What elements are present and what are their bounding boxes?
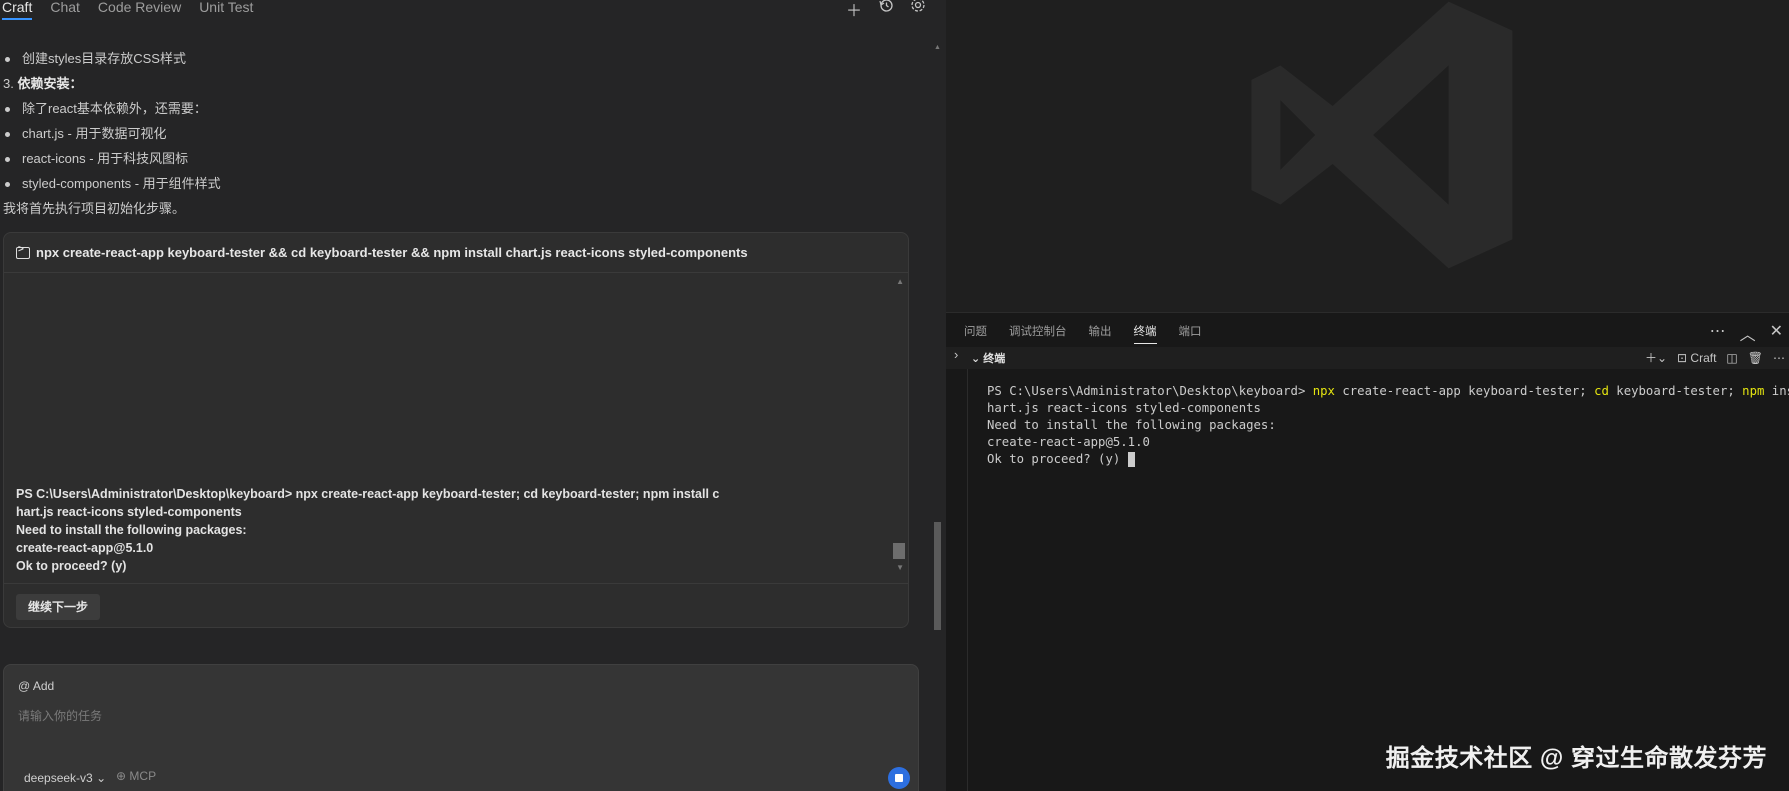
tab-craft[interactable]: Craft <box>2 0 33 20</box>
chevron-down-icon: ⌄ <box>96 771 107 785</box>
editor-empty-area <box>946 0 1789 312</box>
tab-chat[interactable]: Chat <box>50 0 80 20</box>
terminal-line: Need to install the following packages: <box>987 418 1276 432</box>
output-line: PS C:\Users\Administrator\Desktop\keyboa… <box>16 487 720 501</box>
list-item: react-icons - 用于科技风图标 <box>0 146 930 171</box>
message-text: 我将首先执行项目初始化步骤。 <box>3 201 186 216</box>
tab-unit-test[interactable]: Unit Test <box>199 0 253 20</box>
list-item: 除了react基本依赖外，还需要： <box>0 96 930 121</box>
tab-output[interactable]: 输出 <box>1089 323 1112 344</box>
tab-debug-console[interactable]: 调试控制台 <box>1009 323 1067 344</box>
output-line: Need to install the following packages: <box>16 523 247 537</box>
terminal-cursor <box>1127 452 1135 467</box>
terminal-profile[interactable]: ⊡ Craft <box>1677 351 1716 365</box>
heading-suffix: ： <box>69 76 83 91</box>
numbered-heading: 3. 依赖安装： <box>0 71 930 96</box>
trash-icon[interactable]: 🗑 <box>1748 351 1763 365</box>
tab-terminal[interactable]: 终端 <box>1133 323 1157 344</box>
more-actions-icon[interactable]: ⋯ <box>1773 351 1785 365</box>
list-item: styled-components - 用于组件样式 <box>0 171 930 196</box>
list-item: 创建styles目录存放CSS样式 <box>0 46 930 71</box>
list-number: 3. <box>3 76 14 91</box>
terminal-output[interactable]: PS C:\Users\Administrator\Desktop\keyboa… <box>987 383 1789 468</box>
command-header: npx create-react-app keyboard-tester && … <box>4 233 908 273</box>
list-item: chart.js - 用于数据可视化 <box>0 121 930 146</box>
assistant-message: 创建styles目录存放CSS样式 3. 依赖安装： 除了react基本依赖外，… <box>0 46 930 221</box>
mcp-icon: ⊕ <box>116 769 127 783</box>
model-select[interactable]: deepseek-v3 ⌄ <box>24 771 106 785</box>
task-input-card: @ Add deepseek-v3 ⌄ ⊕ MCP <box>3 664 919 791</box>
assistant-tabs: Craft Chat Code Review Unit Test <box>0 0 253 20</box>
add-context-button[interactable]: @ Add <box>18 679 54 693</box>
split-terminal-icon[interactable]: ◫ <box>1726 351 1737 365</box>
command-text: npx create-react-app keyboard-tester && … <box>36 245 748 260</box>
maximize-panel-icon[interactable]: ︿ <box>1740 321 1756 345</box>
scroll-down-arrow-icon[interactable]: ▼ <box>896 563 904 572</box>
terminal-line: PS C:\Users\Administrator\Desktop\keyboa… <box>987 384 1789 398</box>
command-footer: 继续下一步 <box>4 583 908 627</box>
output-line: create-react-app@5.1.0 <box>16 541 154 555</box>
tab-code-review[interactable]: Code Review <box>98 0 181 20</box>
more-actions-icon[interactable]: ⋯ <box>1710 321 1726 345</box>
tab-problems[interactable]: 问题 <box>964 323 987 344</box>
output-scrollbar[interactable] <box>893 543 905 559</box>
terminal-line: Ok to proceed? (y) <box>987 451 1789 468</box>
panel-actions: ⋯ ︿ ✕ <box>1710 321 1783 345</box>
settings-icon[interactable] <box>910 0 926 21</box>
stop-button[interactable] <box>888 767 910 789</box>
terminal-title[interactable]: ⌄ 终端 <box>971 350 1005 366</box>
heading-text: 依赖安装 <box>17 76 70 91</box>
scroll-up-arrow-icon[interactable]: ▲ <box>934 44 941 51</box>
panel-tabs: 问题 调试控制台 输出 终端 端口 <box>964 323 1202 344</box>
vscode-window: 问题 调试控制台 输出 终端 端口 ⋯ ︿ ✕ › ⌄ 终端 ＋⌄ ⊡ Craf… <box>946 0 1789 791</box>
terminal-line: create-react-app@5.1.0 <box>987 435 1150 449</box>
close-icon[interactable]: ✕ <box>1770 321 1783 345</box>
terminal-divider <box>967 369 968 791</box>
model-name: deepseek-v3 <box>24 771 93 785</box>
terminal-toolbar: ＋⌄ ⊡ Craft ◫ 🗑 ⋯ <box>1645 349 1785 366</box>
continue-next-step-button[interactable]: 继续下一步 <box>16 594 101 620</box>
mcp-button[interactable]: ⊕ MCP <box>116 769 156 783</box>
scroll-up-arrow-icon[interactable]: ▲ <box>896 277 904 286</box>
command-card: npx create-react-app keyboard-tester && … <box>3 232 909 628</box>
mcp-label: MCP <box>129 769 157 783</box>
command-output: PS C:\Users\Administrator\Desktop\keyboa… <box>16 485 719 575</box>
assistant-header-actions: ＋ <box>846 0 926 21</box>
task-input[interactable] <box>18 709 818 723</box>
craft-assistant-panel: Craft Chat Code Review Unit Test ＋ 创建sty… <box>0 0 946 791</box>
plus-icon[interactable]: ＋ <box>846 0 862 21</box>
terminal-section-header: › ⌄ 终端 ＋⌄ ⊡ Craft ◫ 🗑 ⋯ <box>946 347 1789 369</box>
history-icon[interactable] <box>878 0 894 21</box>
output-line: hart.js react-icons styled-components <box>16 505 242 519</box>
new-terminal-plus-icon[interactable]: ＋⌄ <box>1645 349 1667 366</box>
vscode-logo-icon <box>1251 1 1513 269</box>
bottom-panel: 问题 调试控制台 输出 终端 端口 ⋯ ︿ ✕ › ⌄ 终端 ＋⌄ ⊡ Craf… <box>946 312 1789 791</box>
watermark: 掘金技术社区 @ 穿过生命散发芬芳 <box>1385 745 1767 772</box>
terminal-line: hart.js react-icons styled-components <box>987 401 1261 415</box>
chevron-right-icon[interactable]: › <box>954 347 958 362</box>
tab-ports[interactable]: 端口 <box>1179 323 1202 344</box>
terminal-icon <box>16 244 30 259</box>
output-line: Ok to proceed? (y) <box>16 559 127 573</box>
panel-scrollbar[interactable] <box>934 522 941 630</box>
